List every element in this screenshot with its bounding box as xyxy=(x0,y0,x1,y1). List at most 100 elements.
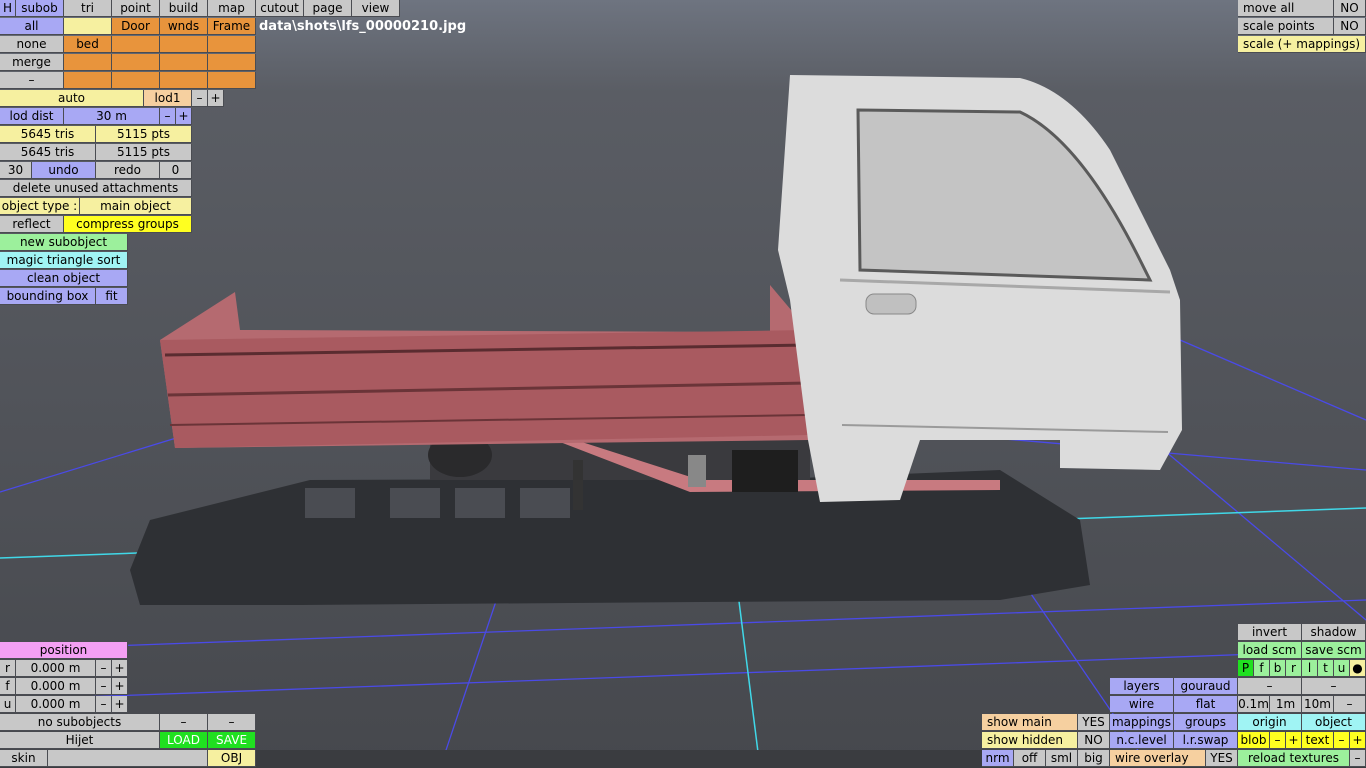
view-under-button[interactable]: u xyxy=(1334,660,1350,677)
group-slot[interactable] xyxy=(208,72,256,89)
group-slot[interactable] xyxy=(208,36,256,53)
group-slot[interactable] xyxy=(112,36,160,53)
tab-tri[interactable]: tri xyxy=(64,0,112,17)
grid-1m-button[interactable]: 1m xyxy=(1270,696,1302,713)
subobject-dash-2[interactable]: – xyxy=(208,714,256,731)
group-slot[interactable] xyxy=(160,72,208,89)
position-r-plus[interactable]: + xyxy=(112,660,128,677)
position-title[interactable]: position xyxy=(0,642,128,659)
group-none-button[interactable]: none xyxy=(0,36,64,53)
view-front-button[interactable]: f xyxy=(1254,660,1270,677)
size-off-button[interactable]: off xyxy=(1014,750,1046,767)
group-slot[interactable] xyxy=(112,72,160,89)
wire-overlay-label[interactable]: wire overlay xyxy=(1110,750,1206,767)
lr-swap-button[interactable]: l.r.swap xyxy=(1174,732,1238,749)
group-all-button[interactable]: all xyxy=(0,18,64,35)
lod-level[interactable]: lod1 xyxy=(144,90,192,107)
new-subobject-button[interactable]: new subobject xyxy=(0,234,128,251)
tab-subob[interactable]: subob xyxy=(16,0,64,17)
scale-mappings-button[interactable]: scale (+ mappings) xyxy=(1238,36,1366,53)
origin-button[interactable]: origin xyxy=(1238,714,1302,731)
tab-build[interactable]: build xyxy=(160,0,208,17)
nc-level-button[interactable]: n.c.level xyxy=(1110,732,1174,749)
grid-0-1m-button[interactable]: 0.1m xyxy=(1238,696,1270,713)
flat-button[interactable]: flat xyxy=(1174,696,1238,713)
invert-button[interactable]: invert xyxy=(1238,624,1302,641)
group-slot[interactable] xyxy=(64,72,112,89)
view-perspective-button[interactable]: P xyxy=(1238,660,1254,677)
small-size-button[interactable]: sml xyxy=(1046,750,1078,767)
mappings-button[interactable]: mappings xyxy=(1110,714,1174,731)
reload-textures-button[interactable]: reload textures xyxy=(1238,750,1350,767)
show-hidden-label[interactable]: show hidden xyxy=(982,732,1078,749)
group-slot[interactable] xyxy=(208,54,256,71)
move-all-toggle[interactable]: NO xyxy=(1334,0,1366,17)
position-u-minus[interactable]: – xyxy=(96,696,112,713)
compress-groups-button[interactable]: compress groups xyxy=(64,216,192,233)
group-wnds[interactable]: wnds xyxy=(160,18,208,35)
clean-object-button[interactable]: clean object xyxy=(0,270,128,287)
tab-cutout[interactable]: cutout xyxy=(256,0,304,17)
fit-button[interactable]: fit xyxy=(96,288,128,305)
blob-minus-button[interactable]: – xyxy=(1270,732,1286,749)
3d-viewport[interactable] xyxy=(0,0,1366,768)
view-left-button[interactable]: l xyxy=(1302,660,1318,677)
group-slot[interactable] xyxy=(160,54,208,71)
big-size-button[interactable]: big xyxy=(1078,750,1110,767)
group-slot[interactable] xyxy=(112,54,160,71)
tab-map[interactable]: map xyxy=(208,0,256,17)
object-type-select[interactable]: main object xyxy=(80,198,192,215)
shadow-button[interactable]: shadow xyxy=(1302,624,1366,641)
obj-export-button[interactable]: OBJ xyxy=(208,750,256,767)
group-slot-empty[interactable] xyxy=(64,18,112,35)
undo-button[interactable]: undo xyxy=(32,162,96,179)
show-hidden-toggle[interactable]: NO xyxy=(1078,732,1110,749)
text-plus-button[interactable]: + xyxy=(1350,732,1366,749)
lod-dist-value[interactable]: 30 m xyxy=(64,108,160,125)
object-name-field[interactable]: Hijet xyxy=(0,732,160,749)
object-button[interactable]: object xyxy=(1302,714,1366,731)
group-slot[interactable] xyxy=(160,36,208,53)
group-merge-button[interactable]: merge xyxy=(0,54,64,71)
load-button[interactable]: LOAD xyxy=(160,732,208,749)
position-f-plus[interactable]: + xyxy=(112,678,128,695)
blob-plus-button[interactable]: + xyxy=(1286,732,1302,749)
subobject-dash-1[interactable]: – xyxy=(160,714,208,731)
save-scm-button[interactable]: save scm xyxy=(1302,642,1366,659)
wire-button[interactable]: wire xyxy=(1110,696,1174,713)
position-f-value[interactable]: 0.000 m xyxy=(16,678,96,695)
scale-points-toggle[interactable]: NO xyxy=(1334,18,1366,35)
gouraud-button[interactable]: gouraud xyxy=(1174,678,1238,695)
view-back-button[interactable]: b xyxy=(1270,660,1286,677)
subobject-list[interactable]: no subobjects xyxy=(0,714,160,731)
grid-10m-button[interactable]: 10m xyxy=(1302,696,1334,713)
position-r-minus[interactable]: – xyxy=(96,660,112,677)
tab-point[interactable]: point xyxy=(112,0,160,17)
position-u-plus[interactable]: + xyxy=(112,696,128,713)
bounding-box-button[interactable]: bounding box xyxy=(0,288,96,305)
reflect-button[interactable]: reflect xyxy=(0,216,64,233)
normal-size-button[interactable]: nrm xyxy=(982,750,1014,767)
skin-field[interactable] xyxy=(48,750,208,767)
view-dot-icon[interactable]: ● xyxy=(1350,660,1366,677)
magic-triangle-sort-button[interactable]: magic triangle sort xyxy=(0,252,128,269)
group-door[interactable]: Door xyxy=(112,18,160,35)
zoom-minus-b[interactable]: – xyxy=(1302,678,1366,695)
delete-unused-attachments-button[interactable]: delete unused attachments xyxy=(0,180,192,197)
position-r-value[interactable]: 0.000 m xyxy=(16,660,96,677)
lod-plus-button[interactable]: + xyxy=(208,90,224,107)
group-dash-button[interactable]: – xyxy=(0,72,64,89)
show-main-label[interactable]: show main xyxy=(982,714,1078,731)
text-minus-button[interactable]: – xyxy=(1334,732,1350,749)
redo-button[interactable]: redo xyxy=(96,162,160,179)
group-slot[interactable] xyxy=(64,54,112,71)
view-right-button[interactable]: r xyxy=(1286,660,1302,677)
tab-page[interactable]: page xyxy=(304,0,352,17)
position-u-value[interactable]: 0.000 m xyxy=(16,696,96,713)
lod-auto-button[interactable]: auto xyxy=(0,90,144,107)
groups-button[interactable]: groups xyxy=(1174,714,1238,731)
position-f-minus[interactable]: – xyxy=(96,678,112,695)
tab-h[interactable]: H xyxy=(0,0,16,17)
lod-dist-minus[interactable]: – xyxy=(160,108,176,125)
save-button[interactable]: SAVE xyxy=(208,732,256,749)
